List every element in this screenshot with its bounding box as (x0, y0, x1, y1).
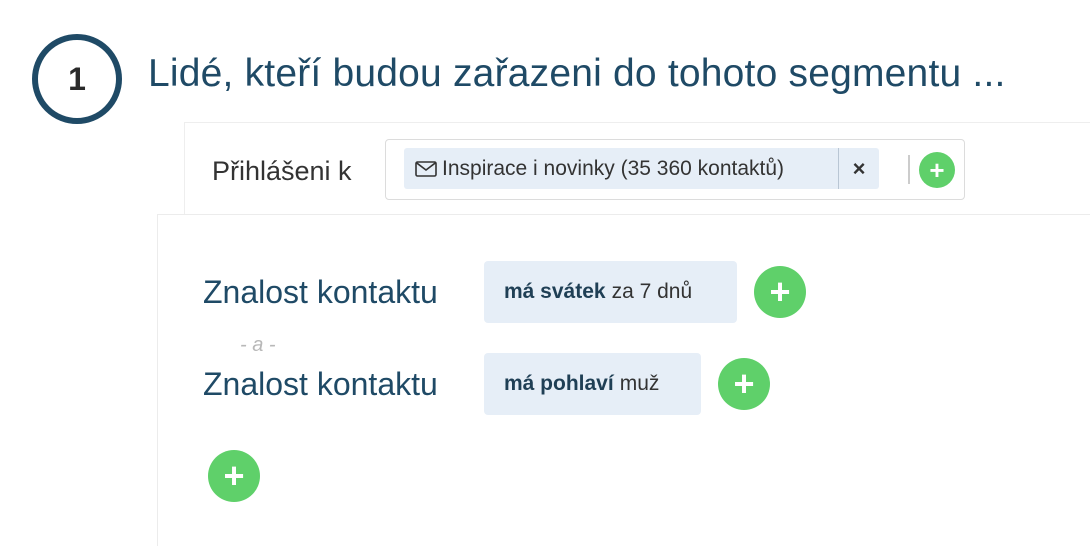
subscription-tag-text: Inspirace i novinky (35 360 kontaktů) (442, 156, 785, 180)
condition-tag[interactable]: má svátek za 7 dnů (484, 261, 737, 323)
remove-tag-icon[interactable]: × (845, 155, 873, 183)
subscription-tag[interactable]: Inspirace i novinky (35 360 kontaktů) (404, 148, 879, 189)
condition-label: Znalost kontaktu (203, 366, 438, 402)
condition-field: má pohlaví (504, 372, 614, 395)
condition-value: za 7 dnů (611, 280, 693, 303)
add-condition-value-button[interactable]: + (718, 358, 770, 410)
subscription-label: Přihlášeni k (212, 156, 352, 186)
step-number-badge: 1 (32, 34, 122, 124)
and-separator: - a - (240, 334, 276, 356)
mail-icon (415, 160, 437, 177)
step-number: 1 (68, 60, 86, 97)
condition-field: má svátek (504, 280, 606, 303)
add-subscription-button[interactable]: + (919, 152, 955, 188)
subscription-divider (908, 155, 910, 184)
segment-editor: 1 Lidé, kteří budou zařazeni do tohoto s… (0, 0, 1090, 546)
tag-separator (838, 148, 839, 189)
add-condition-button[interactable]: + (208, 450, 260, 502)
condition-label: Znalost kontaktu (203, 274, 438, 310)
step-title: Lidé, kteří budou zařazeni do tohoto seg… (148, 52, 1006, 95)
add-condition-value-button[interactable]: + (754, 266, 806, 318)
condition-tag[interactable]: má pohlaví muž (484, 353, 701, 415)
condition-value: muž (619, 372, 660, 395)
